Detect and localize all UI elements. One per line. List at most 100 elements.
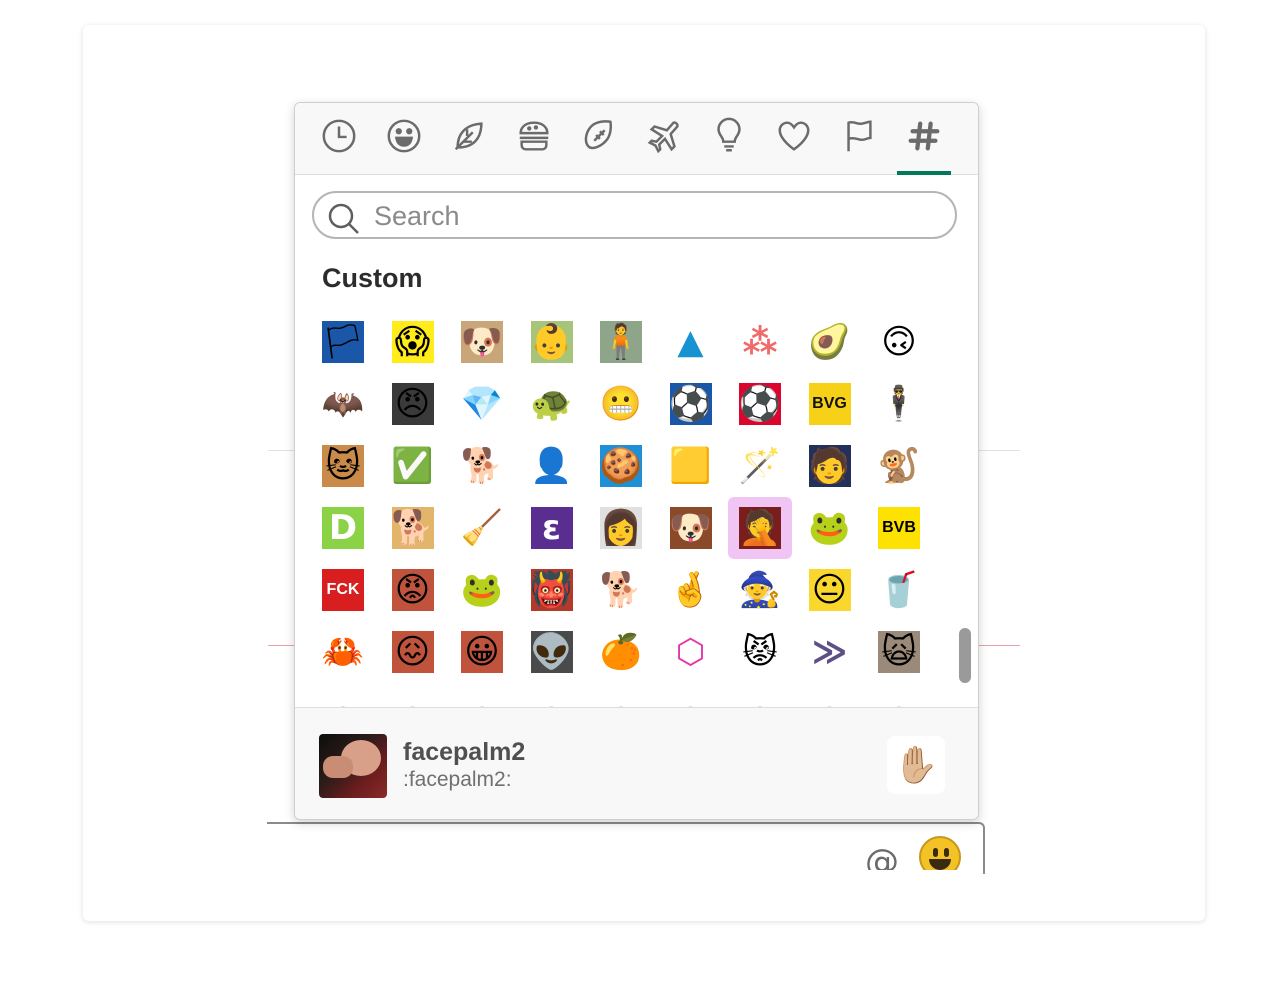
emoji-row7-c[interactable]: • (450, 683, 514, 707)
emoji-row7-e[interactable]: • (589, 683, 653, 707)
emoji-man-photo[interactable]: 🧍 (589, 311, 653, 373)
emoji-avocado[interactable]: 🥑 (798, 311, 862, 373)
burger-icon (519, 121, 549, 151)
emoji-green-wizard[interactable]: 🧙 (728, 559, 792, 621)
emoji-crystal[interactable]: 💎 (450, 373, 514, 435)
arch-logo-icon: ▲ (669, 321, 712, 363)
emoji-crossed-fingers[interactable]: 🤞 (659, 559, 723, 621)
emoji-happy-dog[interactable]: 🐶 (450, 311, 514, 373)
emoji-emacs-logo[interactable]: ε (520, 497, 584, 559)
emoji-grumpy-cat[interactable]: 😾 (728, 621, 792, 683)
emoji-doge[interactable]: 🐕 (381, 497, 445, 559)
emoji-dog-face[interactable]: 🐕 (450, 435, 514, 497)
emoji-toddler-photo[interactable]: 👶 (520, 311, 584, 373)
doom-guy-smile-icon: 😀 (461, 631, 503, 673)
doom-guy-icon: 😡 (391, 569, 434, 611)
emoji-row7-b[interactable]: • (381, 683, 445, 707)
emoji-hertha-flag[interactable]: 🏳 (311, 311, 375, 373)
emoji-check-mark[interactable]: ✅ (381, 435, 445, 497)
emoji-bvg-logo[interactable]: BVG (798, 373, 862, 435)
emoji-hertha-badge[interactable]: ⚽ (659, 373, 723, 435)
man-red-shirt-icon: 🕴 (878, 383, 920, 425)
emoji-crab[interactable]: 🦀 (311, 621, 375, 683)
emoji-search[interactable] (312, 191, 957, 239)
emoji-button[interactable] (919, 836, 961, 870)
emoji-doom-guy-hurt[interactable]: 😖 (381, 621, 445, 683)
emoji-yellow-lego[interactable]: 🟨 (659, 435, 723, 497)
emoji-cyanide-stickman[interactable]: 🙃 (867, 311, 931, 373)
emoji-doom-guy-smile[interactable]: 😀 (450, 621, 514, 683)
emoji-batman-face[interactable]: 😠 (381, 373, 445, 435)
emoji-grid-viewport: 🏳 😱 🐶 👶 🧍 ▲ ⁂ 🥑 🙃 🦇 😠 💎 🐢 😬 ⚽ ⚽ BVG 🕴 🐱 ✅ 🐕 👤 🍪 🟨 🪄 🧑 🐒 D 🐕 🧹 ε 👩 🐶 🤦 🐸 BVB… (295, 311, 960, 707)
emoji-grimace[interactable]: 😬 (589, 373, 653, 435)
emoji-haskell-logo[interactable]: ≫ (798, 621, 862, 683)
emoji-man-red-shirt[interactable]: 🕴 (867, 373, 931, 435)
emoji-cat-meme[interactable]: 🙀 (867, 621, 931, 683)
emoji-row7-h[interactable]: • (798, 683, 862, 707)
smiley-button-icon (933, 848, 938, 857)
woman-portrait-icon: 👩 (600, 507, 642, 549)
emoji-fck-logo[interactable]: FCK (311, 559, 375, 621)
monkey-icon: 🐒 (878, 445, 920, 487)
emoji-facepalm2[interactable]: 🤦 (728, 497, 792, 559)
emoji-turtle-pepe[interactable]: 🐢 (520, 373, 584, 435)
emoji-row7-f[interactable]: • (659, 683, 723, 707)
emoji-asana-logo[interactable]: ⁂ (728, 311, 792, 373)
tab-flags[interactable] (832, 117, 886, 174)
emoji-gollum[interactable]: 👽 (520, 621, 584, 683)
emoji-pixel-face[interactable]: 🧑 (798, 435, 862, 497)
tab-objects[interactable] (702, 117, 756, 174)
man-photo-icon: 🧍 (600, 321, 642, 363)
emoji-monkey[interactable]: 🐒 (867, 435, 931, 497)
emoji-flower-pepe[interactable]: 🐸 (450, 559, 514, 621)
emoji-row7-d[interactable]: • (520, 683, 584, 707)
emoji-cookie-monster[interactable]: 🍪 (589, 435, 653, 497)
emoji-bvb-logo[interactable]: BVB (867, 497, 931, 559)
search-icon (328, 203, 359, 234)
tab-food[interactable] (507, 117, 561, 174)
emoji-row7-a[interactable]: • (311, 683, 375, 707)
emoji-cat-box[interactable]: 🐱 (311, 435, 375, 497)
tab-activity[interactable] (572, 117, 626, 174)
emoji-batman[interactable]: 🦇 (311, 373, 375, 435)
emoji-yellow-face[interactable]: 😐 (798, 559, 862, 621)
tab-travel[interactable] (637, 117, 691, 174)
flag-icon (847, 120, 872, 152)
emoji-dachshund[interactable]: 🐶 (659, 497, 723, 559)
tab-people[interactable] (377, 117, 431, 174)
tab-symbols[interactable] (767, 117, 821, 174)
cat-box-icon: 🐱 (322, 445, 364, 487)
emoji-doom-guy-angry[interactable]: 👹 (520, 559, 584, 621)
emoji-thin-figure[interactable]: 🪄 (728, 435, 792, 497)
emoji-graphql-logo[interactable]: ⬡ (659, 621, 723, 683)
crossed-fingers-icon: 🤞 (669, 569, 712, 611)
cat-meme-icon: 🙀 (878, 631, 920, 673)
emoji-orange[interactable]: 🍊 (589, 621, 653, 683)
emoji-broom[interactable]: 🧹 (450, 497, 514, 559)
emoji-doom-guy[interactable]: 😡 (381, 559, 445, 621)
message-composer[interactable]: @ (267, 822, 985, 874)
batman-icon: 🦇 (322, 383, 364, 425)
emoji-scream-cartoon[interactable]: 😱 (381, 311, 445, 373)
emoji-pepe-hat[interactable]: 🐸 (798, 497, 862, 559)
emoji-row7-i[interactable]: • (867, 683, 931, 707)
mention-button[interactable]: @ (865, 842, 899, 870)
emoji-row7-g[interactable]: • (728, 683, 792, 707)
search-input[interactable] (372, 199, 936, 233)
scrollbar-thumb[interactable] (959, 628, 971, 683)
tab-custom[interactable] (897, 117, 951, 175)
emoji-black-dog[interactable]: 🐕 (589, 559, 653, 621)
emoji-datev-logo[interactable]: D (311, 497, 375, 559)
tab-nature[interactable] (442, 117, 496, 174)
emoji-grid: 🏳 😱 🐶 👶 🧍 ▲ ⁂ 🥑 🙃 🦇 😠 💎 🐢 😬 ⚽ ⚽ BVG 🕴 🐱 ✅ 🐕 👤 🍪 🟨 🪄 🧑 🐒 D 🐕 🧹 ε 👩 🐶 🤦 🐸 BVB… (311, 311, 931, 707)
skin-tone-button[interactable]: ✋🏼 (887, 736, 945, 794)
emoji-lemonade[interactable]: 🥤 (867, 559, 931, 621)
lemonade-icon: 🥤 (878, 569, 920, 611)
facepalm2-icon: 🤦 (739, 507, 781, 549)
emoji-woman-portrait[interactable]: 👩 (589, 497, 653, 559)
emoji-stamp-portrait[interactable]: 👤 (520, 435, 584, 497)
doom-guy-hurt-icon: 😖 (391, 631, 434, 673)
emoji-bayern-badge[interactable]: ⚽ (728, 373, 792, 435)
emoji-arch-logo[interactable]: ▲ (659, 311, 723, 373)
tab-recent[interactable] (312, 117, 366, 174)
